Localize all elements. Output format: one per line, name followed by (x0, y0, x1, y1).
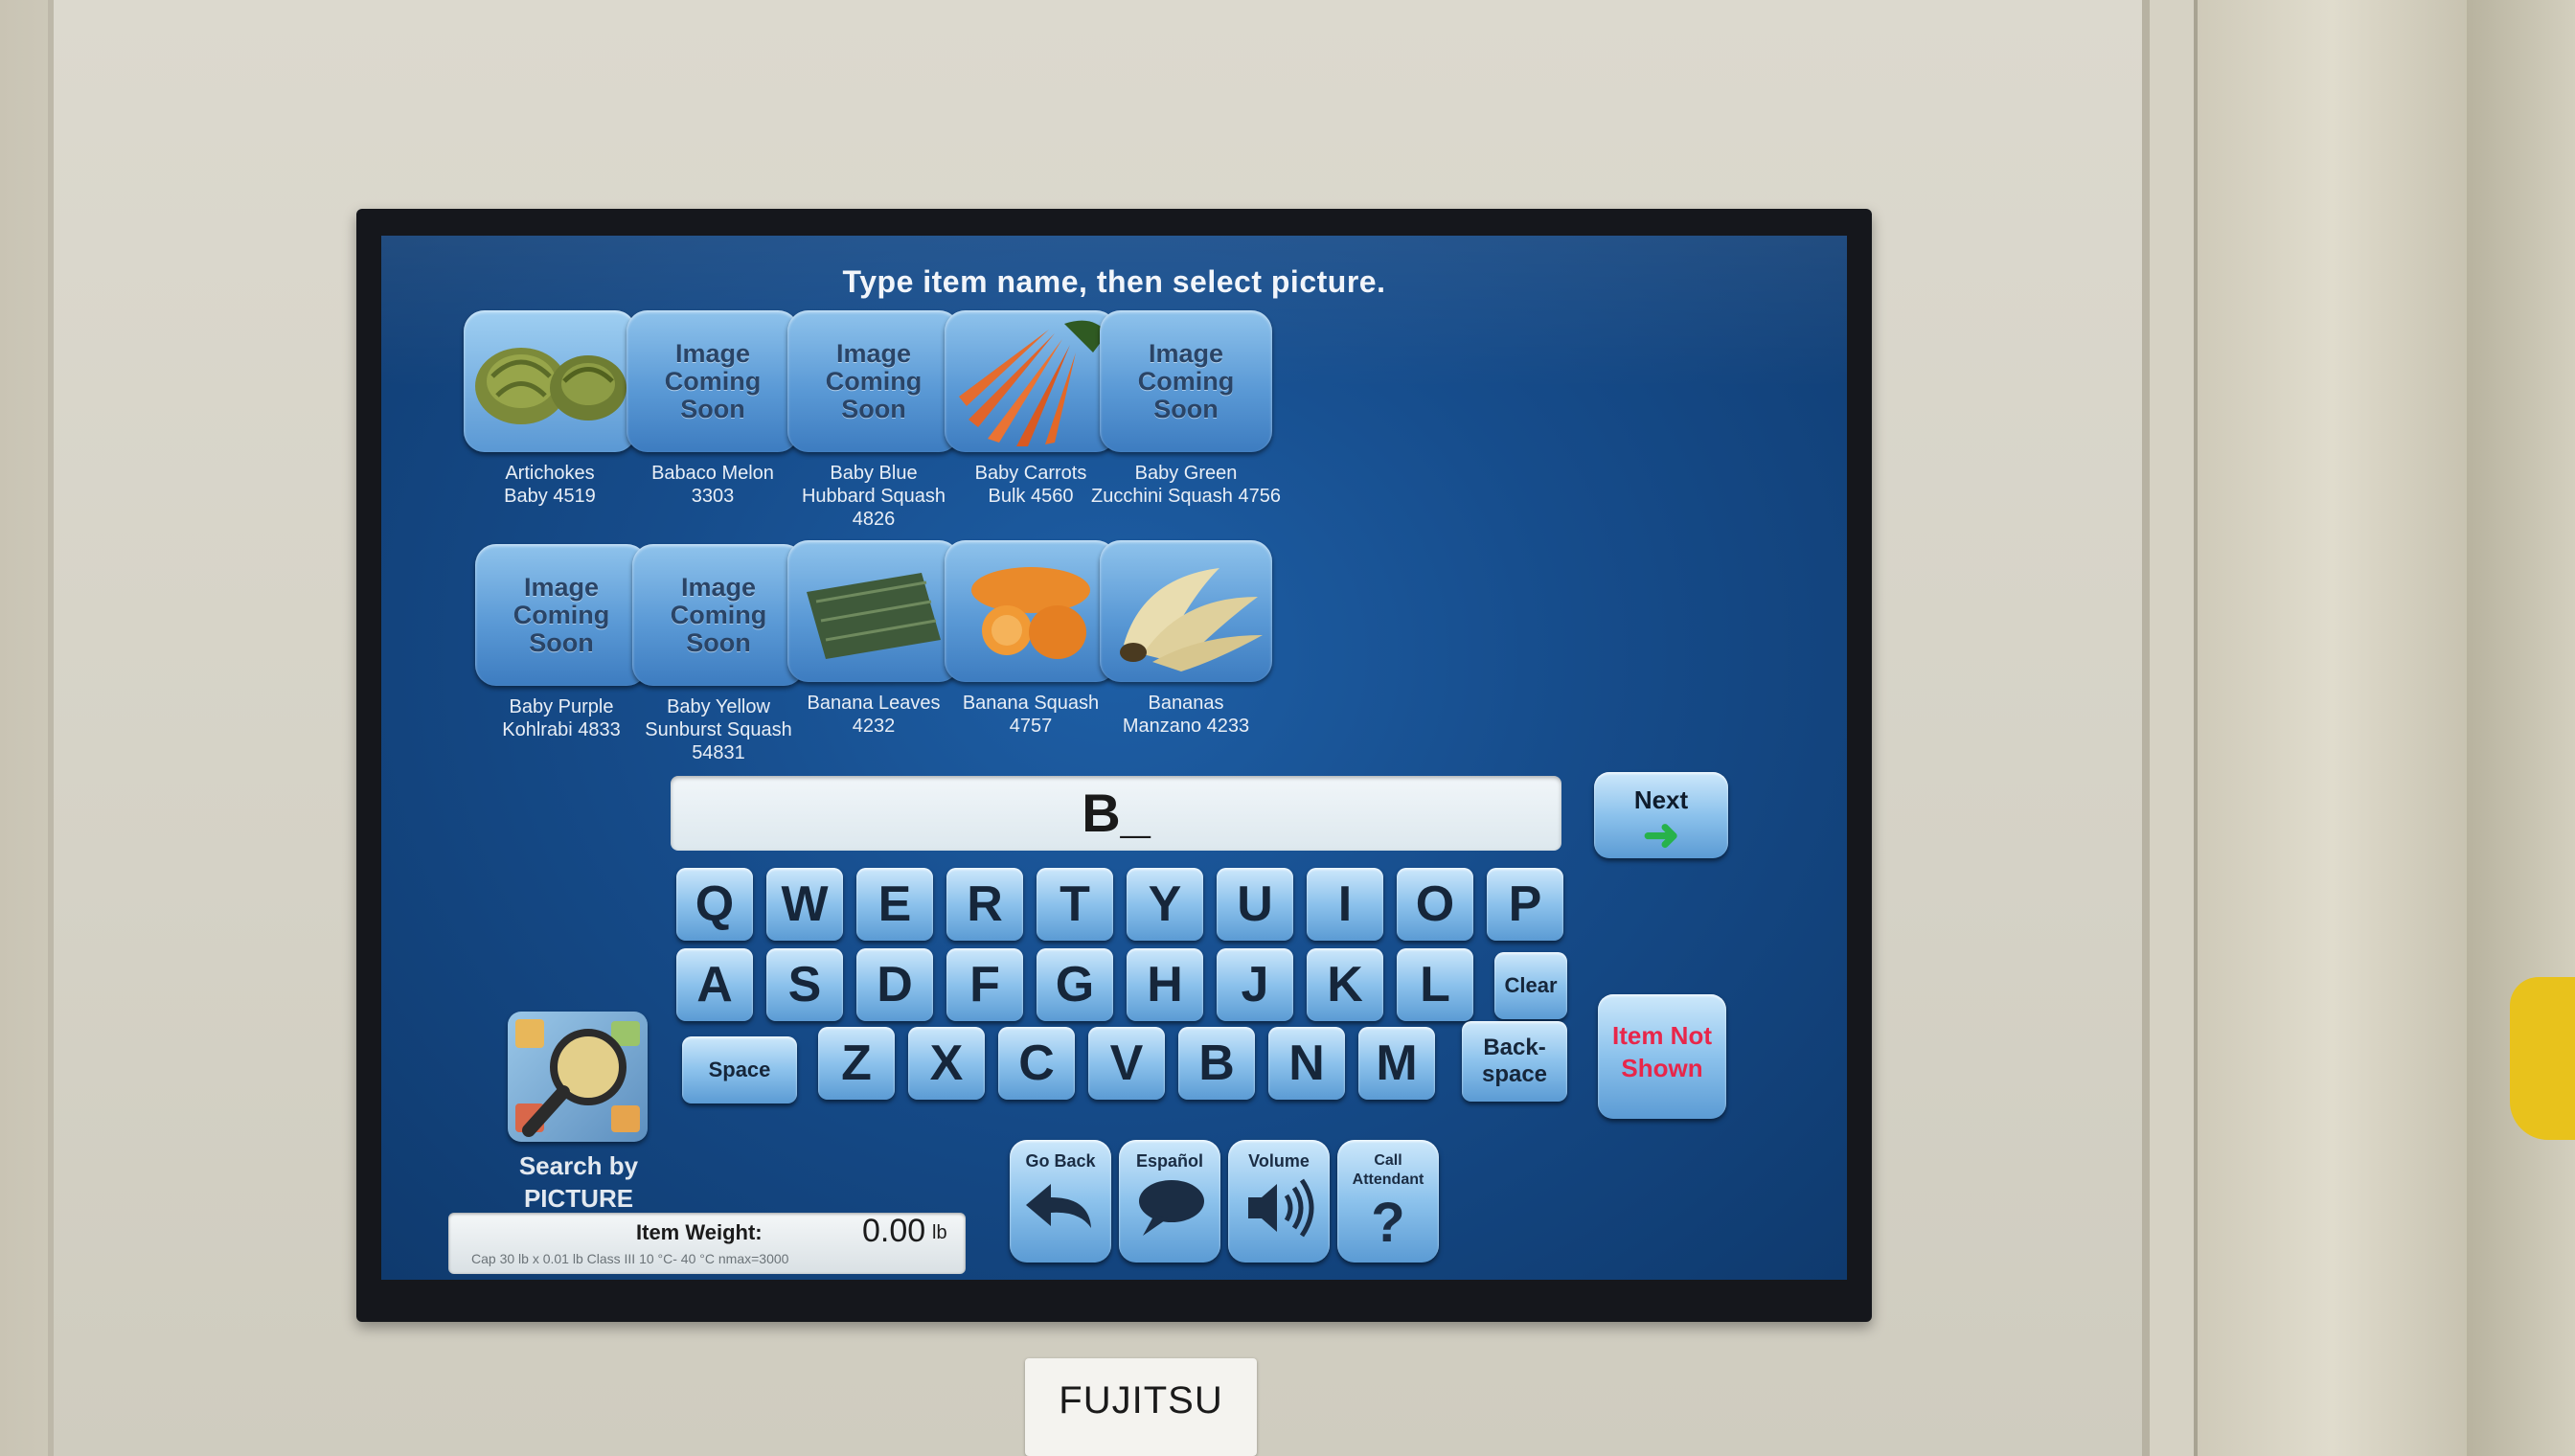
key-t[interactable]: T (1037, 868, 1113, 941)
key-l[interactable]: L (1397, 948, 1473, 1021)
magnifier-icon (515, 1019, 640, 1137)
key-s[interactable]: S (766, 948, 843, 1021)
key-v[interactable]: V (1088, 1027, 1165, 1100)
search-by-picture-button[interactable] (508, 1012, 648, 1142)
volume-button[interactable]: Volume (1228, 1140, 1330, 1263)
weight-label: Item Weight: (636, 1220, 763, 1244)
key-h[interactable]: H (1127, 948, 1203, 1021)
image-coming-soon-icon: Image Coming Soon (787, 310, 960, 452)
banana-leaves-image (787, 540, 960, 682)
item-not-shown-button[interactable]: Item Not Shown (1598, 994, 1726, 1119)
key-c[interactable]: C (998, 1027, 1075, 1100)
item-name-input[interactable]: B_ (671, 776, 1561, 851)
key-z[interactable]: Z (818, 1027, 895, 1100)
item-tile-baby-green-zucchini[interactable]: Image Coming Soon Baby Green Zucchini Sq… (1090, 310, 1282, 508)
key-f[interactable]: F (946, 948, 1023, 1021)
bananas-image (1100, 540, 1272, 682)
volume-label: Volume (1248, 1151, 1310, 1171)
go-back-button[interactable]: Go Back (1010, 1140, 1111, 1263)
item-not-shown-label: Item Not Shown (1612, 1021, 1712, 1082)
call-attendant-label: Call Attendant (1352, 1152, 1424, 1188)
search-by-picture-label: Search by PICTURE (518, 1151, 639, 1213)
brand-logo: FUJITSU (1059, 1379, 1223, 1422)
item-weight-display: Item Weight: 0.00 lb Cap 30 lb x 0.01 lb… (448, 1213, 966, 1274)
key-j[interactable]: J (1217, 948, 1293, 1021)
touch-screen: Type item name, then select picture. Art… (381, 236, 1847, 1280)
item-label: Bananas Manzano 4233 (1122, 693, 1250, 737)
key-k[interactable]: K (1307, 948, 1383, 1021)
key-q[interactable]: Q (676, 868, 753, 941)
key-i[interactable]: I (1307, 868, 1383, 941)
key-b[interactable]: B (1178, 1027, 1255, 1100)
item-label: Baby Green Zucchini Squash 4756 (1091, 463, 1281, 507)
key-w[interactable]: W (766, 868, 843, 941)
page-title: Type item name, then select picture. (842, 264, 1386, 299)
fujitsu-logo-label: FUJITSU (1025, 1358, 1257, 1456)
key-u[interactable]: U (1217, 868, 1293, 941)
key-n[interactable]: N (1268, 1027, 1345, 1100)
call-attendant-button[interactable]: Call Attendant ? (1337, 1140, 1439, 1263)
weight-value: 0.00 (862, 1213, 926, 1249)
back-arrow-icon (1010, 1176, 1111, 1239)
kiosk-edge (2467, 0, 2575, 1456)
espanol-label: Español (1135, 1151, 1203, 1171)
yellow-sticker (2510, 977, 2575, 1140)
speaker-icon (1228, 1176, 1330, 1244)
image-coming-soon-icon: Image Coming Soon (1100, 310, 1272, 452)
artichoke-image (464, 310, 636, 452)
key-y[interactable]: Y (1127, 868, 1203, 941)
key-d[interactable]: D (856, 948, 933, 1021)
backspace-button[interactable]: Back- space (1462, 1021, 1567, 1102)
key-r[interactable]: R (946, 868, 1023, 941)
speech-bubble-icon (1119, 1176, 1220, 1242)
key-a[interactable]: A (676, 948, 753, 1021)
next-button[interactable]: Next ➜ (1594, 772, 1728, 858)
clear-button[interactable]: Clear (1494, 952, 1567, 1019)
image-coming-soon-icon: Image Coming Soon (475, 544, 648, 686)
item-tile-bananas-manzano[interactable]: Bananas Manzano 4233 (1090, 540, 1282, 738)
key-g[interactable]: G (1037, 948, 1113, 1021)
key-x[interactable]: X (908, 1027, 985, 1100)
go-back-label: Go Back (1025, 1151, 1096, 1171)
key-e[interactable]: E (856, 868, 933, 941)
image-coming-soon-icon: Image Coming Soon (627, 310, 799, 452)
espanol-button[interactable]: Español (1119, 1140, 1220, 1263)
scale-capacity-text: Cap 30 lb x 0.01 lb Class III 10 °C- 40 … (471, 1251, 789, 1266)
weight-unit: lb (932, 1222, 947, 1243)
key-p[interactable]: P (1487, 868, 1563, 941)
space-button[interactable]: Space (682, 1036, 797, 1103)
key-m[interactable]: M (1358, 1027, 1435, 1100)
kiosk-side-column (2194, 0, 2466, 1456)
question-mark-icon: ? (1371, 1192, 1405, 1254)
green-arrow-right-icon: ➜ (1642, 809, 1680, 859)
key-o[interactable]: O (1397, 868, 1473, 941)
